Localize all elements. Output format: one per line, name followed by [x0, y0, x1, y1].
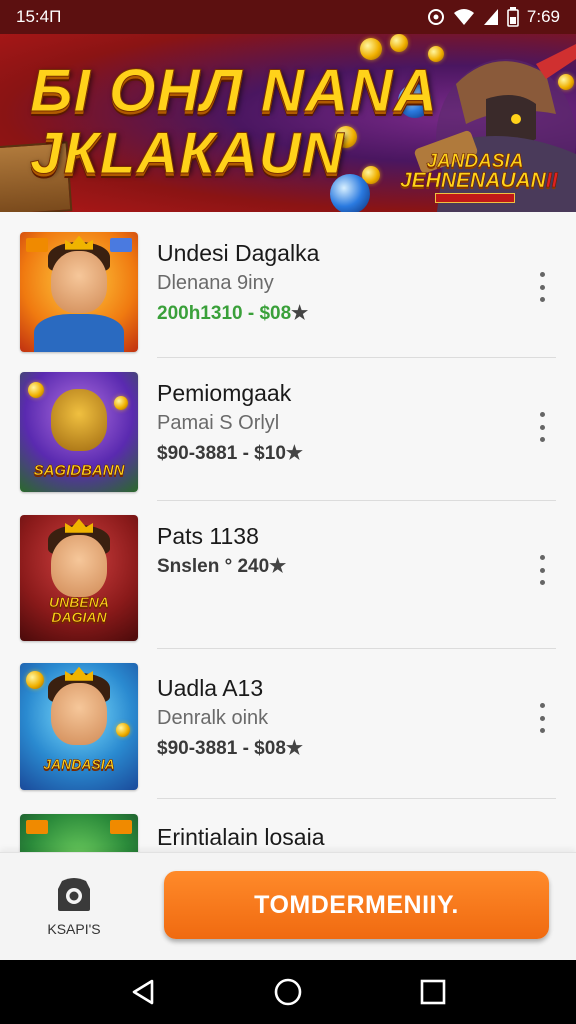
character-face — [51, 535, 107, 598]
list-item[interactable]: UNBENA DAGIAN Pats 1138 Snslen ° 240★ — [0, 515, 576, 660]
list-item[interactable]: Undesi Dagalka Dlenana 9iny 200h1310 - $… — [0, 232, 576, 377]
notification-icon — [427, 8, 445, 26]
game-subtitle: Pamai S Orlyl — [157, 412, 280, 434]
bottom-action-bar: KSAPI'S TOMDERMENIIY. — [0, 852, 576, 960]
list-item[interactable]: SAGIDBANN Pemiomgaak Pamai S Orlyl $90-3… — [0, 372, 576, 517]
back-icon[interactable] — [123, 972, 163, 1012]
game-meta: $90-3881 - $08★ — [157, 738, 303, 759]
thumbnail-title: SAGIDBANN — [33, 462, 125, 479]
signal-icon — [483, 8, 499, 26]
divider — [157, 798, 556, 799]
character-body — [34, 314, 124, 352]
list-item[interactable]: JANDASIA Uadla A13 Denralk oink $90-3881… — [0, 663, 576, 808]
game-subtitle: Dlenana 9iny — [157, 272, 274, 294]
coin-decoration — [26, 671, 44, 689]
star-icon: ★ — [269, 556, 287, 577]
battery-icon — [507, 7, 519, 27]
more-options-icon[interactable] — [538, 272, 546, 302]
badge-decoration — [26, 238, 48, 252]
thumbnail-title: UNBENA DAGIAN — [49, 594, 109, 625]
system-nav-bar — [0, 960, 576, 1024]
game-title: Undesi Dagalka — [157, 240, 320, 266]
primary-cta-button[interactable]: TOMDERMENIIY. — [164, 871, 549, 939]
star-icon: ★ — [285, 738, 303, 759]
mini-app-label: KSAPI'S — [47, 921, 101, 937]
game-thumbnail: JANDASIA — [20, 663, 138, 790]
badge-decoration — [26, 820, 48, 834]
divider — [157, 357, 556, 358]
game-thumbnail — [20, 814, 138, 852]
game-title: Erintialain losaia — [157, 824, 325, 850]
game-title: Pemiomgaak — [157, 380, 292, 406]
character-face — [51, 683, 107, 746]
coin-decoration — [28, 382, 44, 398]
banner-headline-line1: БI ОНЛ NАNА — [29, 57, 439, 125]
crown-icon — [65, 235, 93, 250]
coin-decoration — [116, 723, 130, 737]
camera-icon — [54, 875, 94, 915]
list-item[interactable]: Erintialain losaia — [0, 814, 576, 852]
banner-headline-line2: JКLАКАUN — [30, 121, 345, 187]
game-list: Undesi Dagalka Dlenana 9iny 200h1310 - $… — [0, 212, 576, 852]
more-options-icon[interactable] — [538, 555, 546, 585]
logo-line2: JEHNENAUANII — [400, 169, 558, 192]
game-title: Pats 1138 — [157, 523, 259, 549]
status-icons: 7:69 — [427, 7, 560, 27]
wifi-icon — [453, 8, 475, 26]
status-clock: 7:69 — [526, 7, 560, 26]
game-thumbnail: UNBENA DAGIAN — [20, 515, 138, 641]
star-icon: ★ — [285, 443, 303, 464]
star-icon: ★ — [291, 303, 309, 324]
game-subtitle: Denralk oink — [157, 707, 269, 729]
crown-icon — [65, 518, 93, 533]
game-meta: 200h1310 - $08★ — [157, 303, 309, 324]
badge-decoration — [110, 820, 132, 834]
more-options-icon[interactable] — [538, 703, 546, 733]
game-logo: JANDASIA JEHNENAUANII — [400, 152, 558, 212]
game-thumbnail: SAGIDBANN — [20, 372, 138, 492]
app-screen: 15:4П 7:69 БI ОНЛ NАNА JКLАКАUN JANDASIA… — [0, 0, 576, 1024]
status-bar: 15:4П 7:69 — [0, 0, 576, 34]
home-icon[interactable] — [268, 972, 308, 1012]
recents-icon[interactable] — [413, 972, 453, 1012]
crown-icon — [65, 666, 93, 681]
mini-app-shortcut[interactable]: KSAPI'S — [38, 875, 110, 937]
game-meta: Snslen ° 240★ — [157, 556, 287, 577]
more-options-icon[interactable] — [538, 412, 546, 442]
divider — [157, 500, 556, 501]
status-time: 15:4П — [16, 7, 62, 26]
character-face — [51, 251, 107, 314]
golden-mask-face — [51, 388, 107, 451]
game-thumbnail — [20, 232, 138, 352]
divider — [157, 648, 556, 649]
game-meta: $90-3881 - $10★ — [157, 443, 303, 464]
badge-decoration — [110, 238, 132, 252]
game-title: Uadla A13 — [157, 675, 264, 701]
promo-banner[interactable]: БI ОНЛ NАNА JКLАКАUN JANDASIA JEHNENAUAN… — [0, 34, 576, 212]
thumbnail-title: JANDASIA — [43, 756, 115, 772]
logo-ribbon — [435, 193, 515, 203]
coin-decoration — [114, 396, 128, 410]
